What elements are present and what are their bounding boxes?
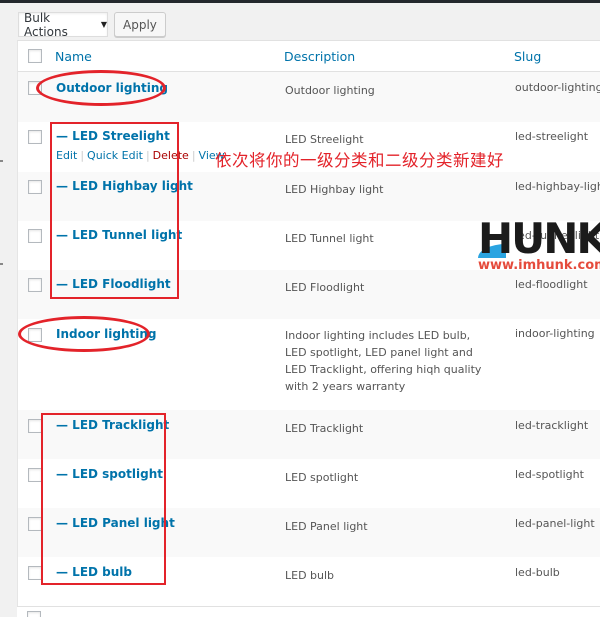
column-description[interactable]: Description	[284, 49, 355, 64]
admin-sidebar-edge	[0, 3, 17, 617]
highlight-oval-outdoor	[36, 70, 166, 106]
row-checkbox[interactable]	[28, 278, 42, 292]
category-slug: indoor-lighting	[515, 327, 595, 340]
bulk-actions-label: Bulk Actions	[24, 10, 68, 39]
row-checkbox[interactable]	[28, 468, 42, 482]
category-description: LED Floodlight	[285, 281, 365, 294]
row-checkbox[interactable]	[28, 517, 42, 531]
logo-url: www.imhunk.com	[478, 258, 600, 273]
column-slug[interactable]: Slug	[514, 49, 541, 64]
category-slug: led-spotlight	[515, 468, 584, 481]
table-nav-top: Bulk Actions ▼ Apply	[18, 10, 166, 39]
category-slug: led-tracklight	[515, 419, 589, 432]
category-slug: outdoor-lighting	[515, 81, 600, 94]
category-description: Indoor lighting includes LED bulb, LED s…	[285, 329, 482, 393]
table-header: Name Description Slug	[18, 41, 600, 72]
row-checkbox[interactable]	[28, 180, 42, 194]
category-slug: led-bulb	[515, 566, 560, 579]
admin-top-bar	[0, 0, 600, 3]
row-checkbox[interactable]	[28, 566, 42, 580]
category-slug: led-streelight	[515, 130, 589, 143]
row-checkbox[interactable]	[28, 419, 42, 433]
highlight-oval-indoor	[18, 316, 150, 352]
category-description: LED Highbay light	[285, 183, 384, 196]
category-description: LED Panel light	[285, 520, 368, 533]
table-footer	[17, 606, 600, 617]
logo-brand: HUNK	[478, 214, 600, 263]
category-description: Outdoor lighting	[285, 84, 375, 97]
category-slug: led-panel-light	[515, 517, 595, 530]
row-checkbox[interactable]	[28, 130, 42, 144]
highlight-box-indoor-children	[41, 413, 166, 585]
category-description: LED bulb	[285, 569, 335, 582]
chevron-down-icon: ▼	[100, 20, 107, 29]
highlight-box-outdoor-children	[50, 122, 179, 299]
column-name[interactable]: Name	[55, 49, 92, 64]
apply-button[interactable]: Apply	[114, 12, 166, 37]
hunk-watermark-logo: HUNK www.imhunk.com	[478, 214, 600, 278]
row-checkbox[interactable]	[28, 229, 42, 243]
select-all-checkbox[interactable]	[28, 49, 42, 63]
category-description: LED Tunnel light	[285, 232, 374, 245]
category-description: LED Streelight	[285, 133, 364, 146]
footer-checkbox[interactable]	[27, 611, 41, 617]
category-description: LED Tracklight	[285, 422, 364, 435]
category-slug: led-floodlight	[515, 278, 588, 291]
category-description: LED spotlight	[285, 471, 359, 484]
category-slug: led-highbay-light	[515, 180, 600, 193]
bulk-actions-select[interactable]: Bulk Actions ▼	[18, 10, 108, 39]
annotation-text: 依次将你的一级分类和二级分类新建好	[215, 151, 504, 170]
